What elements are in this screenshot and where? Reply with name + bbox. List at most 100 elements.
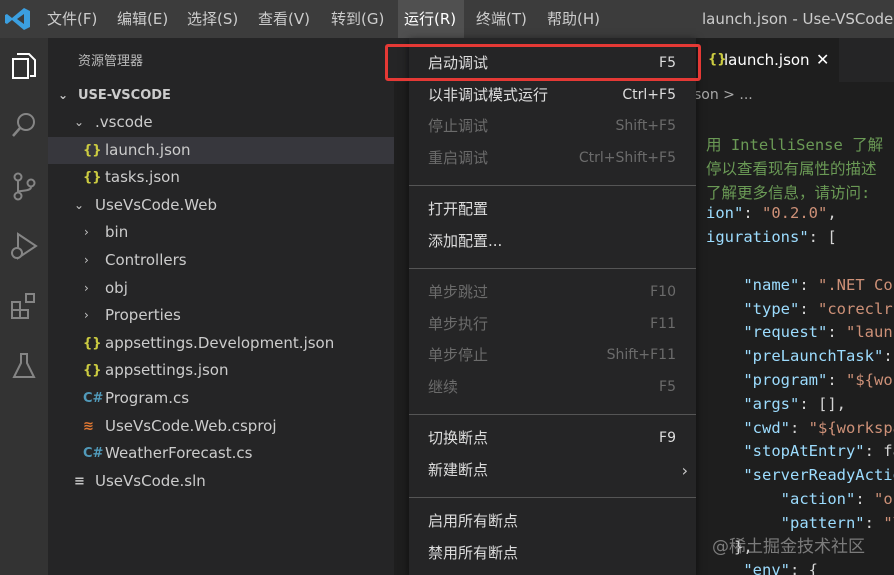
run-menu-dropdown: 启动调试 F5 以非调试模式运行 Ctrl+F5 停止调试 Shift+F5 重启调试 Ctr…: [409, 38, 696, 575]
menu-item-label: 打开配置: [428, 200, 489, 218]
tree-file[interactable]: {} tasks.json: [48, 164, 394, 191]
explorer-icon[interactable]: [6, 48, 42, 84]
code-token: 了解更多信息，请访问:: [706, 183, 880, 202]
tree-item-label: Program.cs: [105, 389, 190, 407]
tree-folder[interactable]: ⌄ .vscode: [48, 109, 394, 136]
run-menu-item[interactable]: 切换断点 F9: [409, 423, 696, 454]
code-line: "request": "launc: [706, 323, 894, 341]
json-file-icon: {}: [83, 170, 102, 186]
menu-item-label: 切换断点: [428, 429, 489, 447]
menu-item-label: 新建断点: [428, 460, 489, 479]
vscode-logo-icon: [4, 6, 32, 32]
menu-separator: [409, 268, 696, 269]
run-menu-item[interactable]: 单步停止 Shift+F11: [409, 340, 696, 371]
code-token: "${workspa: [808, 418, 894, 437]
extensions-icon[interactable]: [6, 288, 42, 324]
menu-separator: [409, 414, 696, 415]
menu-item[interactable]: 帮助(H): [547, 0, 600, 38]
code-token: 停以查看现有属性的描述: [706, 159, 877, 178]
sidebar-title: 资源管理器: [78, 54, 144, 69]
menu-item[interactable]: 运行(R): [398, 0, 465, 38]
code-token: "type": [706, 299, 800, 318]
tree-file[interactable]: {} appsettings.Development.json: [48, 330, 394, 357]
code-token: igurations": [706, 228, 809, 247]
menu-item-label: 继续: [428, 377, 459, 396]
source-control-icon[interactable]: [6, 168, 42, 204]
tree-folder[interactable]: › Controllers: [48, 247, 394, 274]
menu-item[interactable]: 查看(V): [258, 0, 310, 38]
run-menu-item[interactable]: 单步跳过 F10: [409, 277, 696, 308]
tree-item-label: appsettings.Development.json: [105, 333, 335, 352]
workspace-section-header[interactable]: ⌄ USE-VSCODE: [48, 82, 394, 109]
menu-item-label: 添加配置...: [428, 231, 503, 250]
run-menu-item[interactable]: 重启调试 Ctrl+Shift+F5: [409, 143, 696, 174]
code-token: "name": [706, 275, 800, 294]
menu-item[interactable]: 转到(G): [331, 0, 384, 38]
code-token: "serverReadyActio: [706, 466, 894, 485]
menu-item[interactable]: 编辑(E): [117, 0, 168, 38]
tree-file[interactable]: {} appsettings.json: [48, 357, 394, 384]
code-token: : [: [808, 228, 837, 247]
menu-item-label: 停止调试: [428, 117, 489, 135]
code-line: "program": "${wor: [706, 371, 894, 389]
code-token: "cwd": [706, 418, 790, 437]
menu-item-label: 禁用所有断点: [428, 543, 519, 562]
run-menu-item[interactable]: 以非调试模式运行 Ctrl+F5: [409, 80, 696, 111]
tree-file[interactable]: {} launch.json: [48, 136, 394, 164]
tree-item-label: WeatherForecast.cs: [105, 444, 253, 463]
menu-separator: [409, 185, 696, 186]
code-token: : {: [790, 561, 818, 575]
tree-item-label: .vscode: [95, 113, 153, 131]
close-icon[interactable]: ✕: [816, 38, 829, 82]
run-menu-item[interactable]: 添加配置...: [409, 226, 696, 257]
chevron-right-icon: ›: [681, 460, 688, 480]
tree-folder[interactable]: › Properties: [48, 302, 394, 329]
code-token: : fa: [864, 442, 894, 461]
menu-item[interactable]: 终端(T): [476, 0, 527, 38]
code-line: "preLaunchTask":: [706, 347, 894, 365]
run-menu-item[interactable]: 单步执行 F11: [409, 309, 696, 340]
run-debug-icon[interactable]: [6, 228, 42, 264]
rss-file-icon: ≋: [83, 418, 94, 434]
explorer-sidebar: 资源管理器 ⌄ USE-VSCODE ⌄ .vscode{} launch.json…: [48, 38, 394, 575]
run-menu-item[interactable]: 继续 F5: [409, 372, 696, 403]
tree-item-label: UseVsCode.Web.csproj: [105, 416, 277, 435]
run-menu-item[interactable]: 新建断点 ›: [409, 455, 696, 486]
code-token: "preLaunchTask": [706, 347, 884, 366]
code-line: "stopAtEntry": fa: [706, 442, 894, 460]
tree-item-label: Properties: [105, 306, 181, 325]
shortcut-label: F10: [650, 284, 676, 300]
shortcut-label: Ctrl+F5: [622, 86, 676, 103]
search-icon[interactable]: [6, 108, 42, 144]
run-menu-item[interactable]: 打开配置: [409, 194, 696, 225]
code-token: "op: [873, 490, 894, 508]
run-menu-item[interactable]: 启用所有断点: [409, 506, 696, 537]
tree-folder[interactable]: ⌄ UseVsCode.Web: [48, 192, 394, 219]
tree-file[interactable]: ≡ UseVsCode.sln: [48, 468, 394, 495]
tab-label: launch.json: [724, 51, 810, 69]
code-token: :: [827, 323, 846, 342]
tree-folder[interactable]: › obj: [48, 275, 394, 302]
menu-item-label: 单步停止: [428, 346, 489, 364]
code-token: "env": [706, 561, 790, 575]
json-file-icon: {}: [83, 142, 102, 158]
menu-item[interactable]: 选择(S): [187, 0, 238, 38]
code-line: igurations": [: [706, 228, 837, 246]
menu-item[interactable]: 文件(F): [47, 0, 97, 38]
shortcut-label: F11: [650, 315, 676, 332]
run-menu-item[interactable]: 禁用所有断点: [409, 538, 696, 569]
run-menu-item[interactable]: 停止调试 Shift+F5: [409, 111, 696, 142]
shortcut-label: F9: [659, 430, 676, 446]
code-token: :: [743, 204, 762, 223]
testing-icon[interactable]: [6, 348, 42, 384]
tree-item-label: obj: [105, 278, 128, 297]
tree-file[interactable]: ≋ UseVsCode.Web.csproj: [48, 413, 394, 440]
tree-item-label: appsettings.json: [105, 361, 229, 380]
breadcrumb[interactable]: son > ...: [694, 82, 753, 108]
tree-folder[interactable]: › bin: [48, 219, 394, 246]
code-line: 停以查看现有属性的描述: [706, 157, 877, 179]
window-title: launch.json - Use-VSCode - V: [702, 10, 894, 28]
tree-file[interactable]: C# Program.cs: [48, 385, 394, 412]
chevron-down-icon: ⌄: [58, 88, 69, 102]
tree-file[interactable]: C# WeatherForecast.cs: [48, 440, 394, 467]
